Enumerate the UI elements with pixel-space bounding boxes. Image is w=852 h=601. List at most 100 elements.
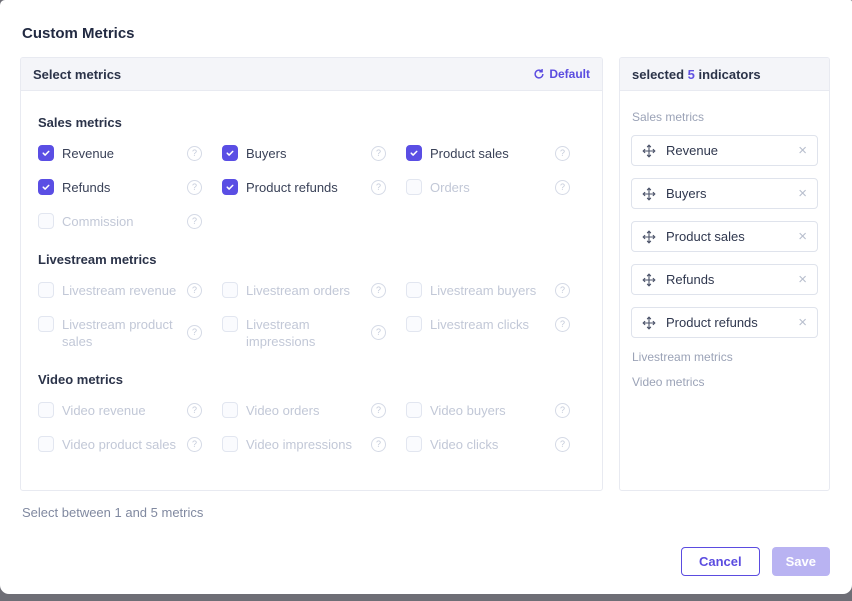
metric-label: Revenue xyxy=(62,145,114,162)
metric-label: Video revenue xyxy=(62,402,146,419)
help-icon[interactable]: ? xyxy=(187,180,202,195)
remove-icon[interactable]: × xyxy=(798,315,807,330)
metric-label: Buyers xyxy=(246,145,286,162)
remove-icon[interactable]: × xyxy=(798,143,807,158)
checkbox-unchecked-icon xyxy=(38,316,54,332)
section-title: Livestream metrics xyxy=(38,252,585,267)
help-icon[interactable]: ? xyxy=(555,437,570,452)
metric-label: Video clicks xyxy=(430,436,498,453)
help-icon[interactable]: ? xyxy=(555,403,570,418)
help-icon[interactable]: ? xyxy=(371,146,386,161)
checkbox-unchecked-icon xyxy=(406,436,422,452)
help-icon[interactable]: ? xyxy=(187,214,202,229)
default-button[interactable]: Default xyxy=(533,67,590,81)
default-button-label: Default xyxy=(549,67,590,81)
metric-option: Livestream buyers? xyxy=(406,282,590,299)
selection-hint: Select between 1 and 5 metrics xyxy=(0,491,852,534)
metrics-grid: Livestream revenue?Livestream orders?Liv… xyxy=(38,282,585,350)
metric-option: Product refunds? xyxy=(222,179,406,196)
selected-indicator-label: Revenue xyxy=(666,143,718,158)
remove-icon[interactable]: × xyxy=(798,229,807,244)
remove-icon[interactable]: × xyxy=(798,186,807,201)
checkbox-unchecked-icon xyxy=(222,436,238,452)
help-icon[interactable]: ? xyxy=(555,317,570,332)
metric-option: Product sales? xyxy=(406,145,590,162)
selected-panel-title: selected 5 indicators xyxy=(632,67,761,82)
metric-option: Commission? xyxy=(38,213,222,230)
drag-handle-icon[interactable] xyxy=(642,273,656,287)
metric-option: Video revenue? xyxy=(38,402,222,419)
save-button[interactable]: Save xyxy=(772,547,830,576)
metric-label: Product sales xyxy=(430,145,509,162)
checkbox-unchecked-icon xyxy=(222,282,238,298)
help-icon[interactable]: ? xyxy=(371,437,386,452)
checkbox-checked-icon[interactable] xyxy=(38,145,54,161)
metric-option: Video impressions? xyxy=(222,436,406,453)
help-icon[interactable]: ? xyxy=(187,283,202,298)
panels-row: Select metrics Default Sales metrics Reve… xyxy=(0,57,852,491)
drag-handle-icon[interactable] xyxy=(642,187,656,201)
select-panel-title: Select metrics xyxy=(33,67,121,82)
selected-indicator-label: Product sales xyxy=(666,229,745,244)
metric-option: Video buyers? xyxy=(406,402,590,419)
checkbox-unchecked-icon xyxy=(222,402,238,418)
checkbox-unchecked-icon xyxy=(406,316,422,332)
checkbox-unchecked-icon xyxy=(38,402,54,418)
metric-option: Video product sales? xyxy=(38,436,222,453)
metric-label: Video buyers xyxy=(430,402,506,419)
help-icon[interactable]: ? xyxy=(187,146,202,161)
cancel-button[interactable]: Cancel xyxy=(681,547,760,576)
help-icon[interactable]: ? xyxy=(371,180,386,195)
metric-label: Product refunds xyxy=(246,179,338,196)
selected-count: 5 xyxy=(688,67,695,82)
metric-label: Commission xyxy=(62,213,134,230)
checkbox-checked-icon[interactable] xyxy=(222,179,238,195)
metrics-section: Sales metricsRevenue?Buyers?Product sale… xyxy=(38,115,585,230)
selected-indicator-label: Buyers xyxy=(666,186,706,201)
selected-indicator-card: Product sales × xyxy=(631,221,818,252)
metric-label: Video product sales xyxy=(62,436,176,453)
checkbox-checked-icon[interactable] xyxy=(406,145,422,161)
metric-option: Livestream product sales? xyxy=(38,316,222,350)
drag-handle-icon[interactable] xyxy=(642,230,656,244)
selected-indicator-card: Refunds× xyxy=(631,264,818,295)
metric-option: Video orders? xyxy=(222,402,406,419)
checkbox-unchecked-icon xyxy=(38,436,54,452)
metric-option: Refunds? xyxy=(38,179,222,196)
checkbox-checked-icon[interactable] xyxy=(222,145,238,161)
page-title: Custom Metrics xyxy=(0,0,852,57)
selected-group-label: Video metrics xyxy=(632,375,817,389)
metrics-grid: Revenue?Buyers?Product sales?Refunds?Pro… xyxy=(38,145,585,230)
checkbox-checked-icon[interactable] xyxy=(38,179,54,195)
metric-option: Livestream revenue? xyxy=(38,282,222,299)
select-panel-body: Sales metricsRevenue?Buyers?Product sale… xyxy=(21,91,602,475)
section-title: Video metrics xyxy=(38,372,585,387)
help-icon[interactable]: ? xyxy=(555,283,570,298)
selected-group-label: Livestream metrics xyxy=(632,350,817,364)
help-icon[interactable]: ? xyxy=(371,403,386,418)
metrics-section: Livestream metricsLivestream revenue?Liv… xyxy=(38,252,585,350)
remove-icon[interactable]: × xyxy=(798,272,807,287)
selected-indicator-card: Revenue × xyxy=(631,135,818,166)
help-icon[interactable]: ? xyxy=(555,146,570,161)
metric-label: Livestream product sales xyxy=(62,316,184,350)
select-metrics-panel: Select metrics Default Sales metricsReve… xyxy=(20,57,603,491)
help-icon[interactable]: ? xyxy=(555,180,570,195)
help-icon[interactable]: ? xyxy=(187,403,202,418)
checkbox-unchecked-icon xyxy=(38,282,54,298)
selected-group-label: Sales metrics xyxy=(632,110,817,124)
custom-metrics-dialog: Custom Metrics Select metrics Default Sa… xyxy=(0,0,852,594)
help-icon[interactable]: ? xyxy=(371,325,386,340)
drag-handle-icon[interactable] xyxy=(642,144,656,158)
metric-label: Livestream revenue xyxy=(62,282,176,299)
metrics-grid: Video revenue?Video orders?Video buyers?… xyxy=(38,402,585,453)
help-icon[interactable]: ? xyxy=(187,437,202,452)
selected-indicators-panel: selected 5 indicators Sales metrics Reven… xyxy=(619,57,830,491)
help-icon[interactable]: ? xyxy=(371,283,386,298)
metric-label: Video orders xyxy=(246,402,319,419)
metric-option: Buyers? xyxy=(222,145,406,162)
checkbox-unchecked-icon xyxy=(406,402,422,418)
help-icon[interactable]: ? xyxy=(187,325,202,340)
drag-handle-icon[interactable] xyxy=(642,316,656,330)
selected-indicator-label: Product refunds xyxy=(666,315,758,330)
